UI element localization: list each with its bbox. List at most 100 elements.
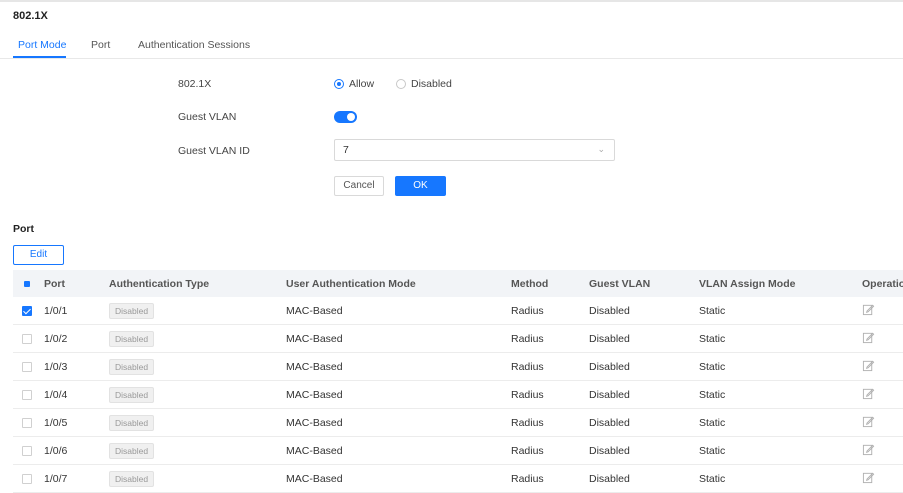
edit-icon[interactable] [862, 443, 875, 459]
edit-icon[interactable] [862, 471, 875, 487]
tab-bar: Port Mode Port Authentication Sessions [0, 34, 903, 59]
cell-method: Radius [511, 360, 544, 373]
cell-method: Radius [511, 416, 544, 429]
cell-method: Radius [511, 332, 544, 345]
edit-icon[interactable] [862, 331, 875, 347]
cell-port: 1/0/5 [44, 416, 68, 429]
tab-port[interactable]: Port [91, 39, 110, 51]
row-checkbox[interactable] [22, 473, 32, 484]
cell-port: 1/0/6 [44, 444, 68, 457]
cell-guest-vlan: Disabled [589, 332, 630, 345]
cell-vlan-assign-mode: Static [699, 360, 726, 373]
row-checkbox[interactable] [22, 305, 32, 316]
edit-icon[interactable] [862, 359, 875, 375]
cell-guest-vlan: Disabled [589, 304, 630, 317]
row-checkbox-cell [22, 465, 32, 492]
cell-operation [862, 465, 875, 492]
tab-authentication-sessions[interactable]: Authentication Sessions [138, 39, 250, 51]
cell-method: Radius [511, 388, 544, 401]
cell-method: Radius [511, 444, 544, 457]
cell-port: 1/0/1 [44, 304, 68, 317]
cell-user-authentication-mode: MAC-Based [286, 332, 343, 345]
cell-port: 1/0/4 [44, 388, 68, 401]
cell-vlan-assign-mode: Static [699, 444, 726, 457]
table-header: Port Authentication Type User Authentica… [13, 270, 903, 297]
status-badge: Disabled [109, 358, 155, 375]
row-checkbox-cell [22, 297, 32, 324]
page-title: 802.1X [13, 10, 48, 22]
table-row: 1/0/6 Disabled MAC-Based Radius Disabled Stat… [13, 437, 903, 465]
header-method: Method [511, 277, 549, 290]
radio-allow-indicator[interactable] [334, 79, 344, 89]
cell-user-authentication-mode: MAC-Based [286, 416, 343, 429]
cell-authentication-type: Disabled [109, 297, 155, 324]
status-badge: Disabled [109, 414, 155, 431]
status-badge: Disabled [109, 442, 155, 459]
chevron-down-icon: ⌄ [597, 144, 605, 154]
cell-guest-vlan: Disabled [589, 472, 630, 485]
status-badge: Disabled [109, 330, 155, 347]
cell-authentication-type: Disabled [109, 409, 155, 436]
cell-operation [862, 297, 875, 324]
cell-authentication-type: Disabled [109, 353, 155, 380]
row-checkbox[interactable] [22, 445, 32, 456]
row-checkbox[interactable] [22, 361, 32, 372]
cell-guest-vlan: Disabled [589, 360, 630, 373]
cancel-button[interactable]: Cancel [334, 176, 384, 196]
cell-operation [862, 353, 875, 380]
radio-disabled[interactable]: Disabled [396, 78, 452, 90]
cell-port: 1/0/7 [44, 472, 68, 485]
cell-operation [862, 325, 875, 352]
cell-operation [862, 409, 875, 436]
edit-icon[interactable] [862, 415, 875, 431]
cell-user-authentication-mode: MAC-Based [286, 388, 343, 401]
radio-disabled-indicator[interactable] [396, 79, 406, 89]
cell-method: Radius [511, 472, 544, 485]
row-checkbox-cell [22, 437, 32, 464]
table-body: 1/0/1 Disabled MAC-Based Radius Disabled Stat… [13, 297, 903, 493]
active-tab-indicator [13, 56, 66, 58]
select-all-checkbox[interactable] [24, 280, 30, 287]
header-guest-vlan: Guest VLAN [589, 277, 651, 290]
row-checkbox[interactable] [22, 389, 32, 400]
port-section-title: Port [13, 223, 34, 235]
radio-disabled-label: Disabled [411, 78, 452, 90]
tab-port-mode[interactable]: Port Mode [18, 39, 66, 51]
cell-user-authentication-mode: MAC-Based [286, 304, 343, 317]
table-row: 1/0/7 Disabled MAC-Based Radius Disabled Stat… [13, 465, 903, 493]
table-row: 1/0/3 Disabled MAC-Based Radius Disabled Stat… [13, 353, 903, 381]
status-badge: Disabled [109, 470, 155, 487]
cell-method: Radius [511, 304, 544, 317]
guest-vlan-toggle[interactable] [334, 111, 357, 123]
cell-vlan-assign-mode: Static [699, 388, 726, 401]
header-vlan-assign-mode: VLAN Assign Mode [699, 277, 796, 290]
row-checkbox[interactable] [22, 333, 32, 344]
guest-vlan-id-select[interactable]: 7 ⌄ [334, 139, 615, 161]
cell-user-authentication-mode: MAC-Based [286, 444, 343, 457]
table-row: 1/0/5 Disabled MAC-Based Radius Disabled Stat… [13, 409, 903, 437]
row-checkbox-cell [22, 409, 32, 436]
cell-vlan-assign-mode: Static [699, 332, 726, 345]
edit-icon[interactable] [862, 303, 875, 319]
radio-allow[interactable]: Allow [334, 78, 374, 90]
cell-vlan-assign-mode: Static [699, 304, 726, 317]
cell-port: 1/0/2 [44, 332, 68, 345]
top-divider [0, 0, 903, 2]
edit-icon[interactable] [862, 387, 875, 403]
header-operation: Operation [862, 277, 903, 290]
cell-authentication-type: Disabled [109, 437, 155, 464]
cell-user-authentication-mode: MAC-Based [286, 360, 343, 373]
table-row: 1/0/2 Disabled MAC-Based Radius Disabled Stat… [13, 325, 903, 353]
cell-operation [862, 437, 875, 464]
radio-allow-label: Allow [349, 78, 375, 90]
toggle-knob [347, 113, 355, 121]
cell-guest-vlan: Disabled [589, 444, 630, 457]
table-row: 1/0/4 Disabled MAC-Based Radius Disabled Stat… [13, 381, 903, 409]
cell-guest-vlan: Disabled [589, 416, 630, 429]
table-row: 1/0/1 Disabled MAC-Based Radius Disabled Stat… [13, 297, 903, 325]
header-user-authentication-mode: User Authentication Mode [286, 277, 416, 290]
row-checkbox[interactable] [22, 417, 32, 428]
ok-button[interactable]: OK [395, 176, 446, 196]
guest-vlan-label: Guest VLAN [178, 111, 237, 123]
edit-button[interactable]: Edit [13, 245, 64, 265]
